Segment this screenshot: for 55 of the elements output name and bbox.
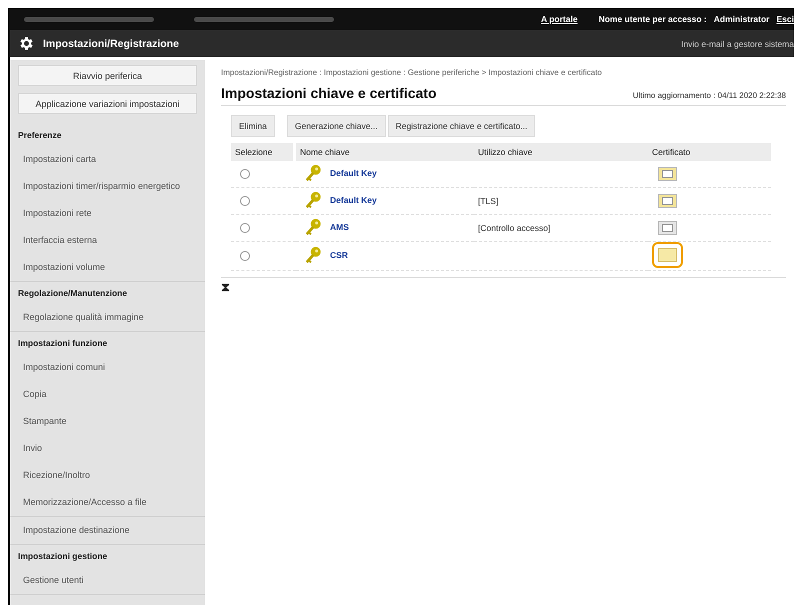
radio-button[interactable]: [240, 196, 250, 206]
section-heading: Impostazioni funzione: [17, 337, 108, 350]
sidebar-item[interactable]: Gestione utenti: [10, 567, 205, 594]
sidebar-item[interactable]: Impostazione destinazione: [10, 517, 205, 544]
page-top-icon[interactable]: [221, 283, 230, 292]
sidebar-item[interactable]: Impostazioni timer/risparmio energetico: [10, 173, 205, 200]
radio-button[interactable]: [240, 251, 250, 262]
key-usage: [TLS]: [478, 196, 498, 206]
column-header: Certificato: [648, 143, 771, 161]
logout-link[interactable]: Esci: [776, 14, 794, 24]
last-update-text: Ultimo aggiornamento : 04/11 2020 2:22:38: [632, 91, 786, 100]
sidebar-item[interactable]: Interfaccia esterna: [10, 227, 205, 254]
sidebar-item[interactable]: Impostazioni carta: [10, 146, 205, 173]
sidebar-item[interactable]: Copia: [10, 381, 205, 408]
key-icon: [304, 191, 322, 209]
radio-button[interactable]: [240, 169, 250, 180]
section-heading: Regolazione/Manutenzione: [17, 287, 128, 300]
key-name-link[interactable]: Default Key: [330, 195, 377, 205]
column-header: Utilizzo chiave: [474, 143, 648, 161]
column-header: Selezione: [231, 143, 296, 161]
user-name: Administrator: [714, 14, 770, 24]
portal-link[interactable]: A portale: [541, 14, 578, 24]
sidebar-button[interactable]: Riavvio periferica: [18, 65, 197, 86]
column-header: Nome chiave: [296, 143, 474, 161]
sidebar-item[interactable]: Invio: [10, 435, 205, 462]
key-name-link[interactable]: AMS: [330, 222, 349, 232]
toolbar-button[interactable]: Generazione chiave...: [286, 115, 386, 137]
key-name-link[interactable]: Default Key: [330, 168, 377, 178]
key-icon: [304, 246, 322, 264]
sidebar-item[interactable]: Stampante: [10, 408, 205, 435]
email-admin-link[interactable]: Invio e-mail a gestore sistema: [681, 38, 794, 48]
toolbar-button[interactable]: Elimina: [231, 115, 275, 137]
certificate-icon[interactable]: [658, 194, 677, 208]
sidebar-item[interactable]: Regolazione qualità immagine: [10, 304, 205, 331]
sidebar-item[interactable]: Impostazioni volume: [10, 254, 205, 281]
key-icon: [304, 164, 322, 182]
key-name-link[interactable]: CSR: [330, 250, 348, 260]
section-heading: Preferenze: [17, 129, 62, 142]
settings-icon: [18, 35, 35, 52]
page-title: Impostazioni chiave e certificato: [221, 85, 437, 101]
sidebar-item[interactable]: Ricezione/Inoltro: [10, 462, 205, 489]
user-label: Nome utente per accesso :: [598, 14, 707, 24]
key-icon: [304, 218, 322, 236]
sidebar-item[interactable]: Impostazioni rete: [10, 200, 205, 227]
section-heading: Impostazioni gestione: [17, 550, 108, 563]
app-title: Impostazioni/Registrazione: [43, 38, 179, 50]
sidebar-button[interactable]: Applicazione variazioni impostazioni: [18, 93, 197, 114]
toolbar-button[interactable]: Registrazione chiave e certificato...: [388, 115, 536, 137]
radio-button[interactable]: [240, 223, 250, 234]
certificate-icon[interactable]: [658, 248, 677, 262]
sidebar-item[interactable]: Impostazioni comuni: [10, 354, 205, 381]
key-usage: [Controllo accesso]: [478, 223, 550, 233]
sidebar-item[interactable]: Memorizzazione/Accesso a file: [10, 489, 205, 516]
certificate-icon[interactable]: [658, 167, 677, 181]
breadcrumb: Impostazioni/Registrazione : Impostazioni gestione : Gestione periferiche > Impostazioni chiave e certificato: [221, 68, 603, 77]
